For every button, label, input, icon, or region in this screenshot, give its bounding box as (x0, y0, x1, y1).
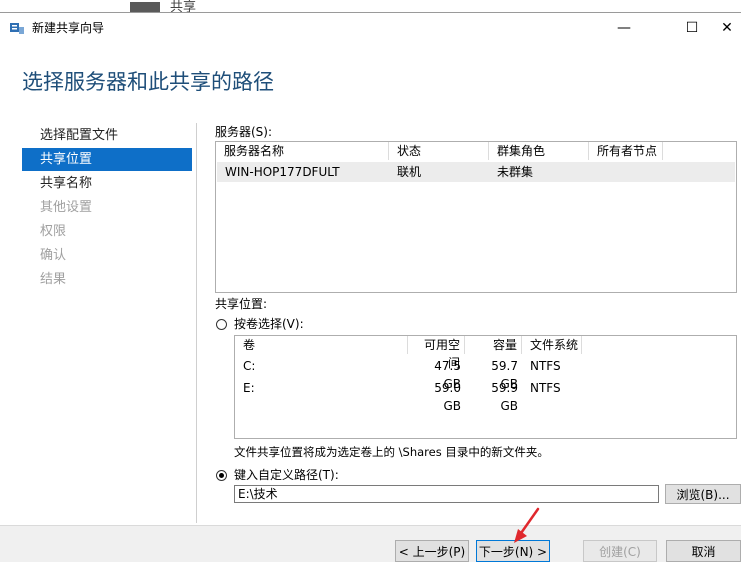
capacity-cell: 59.7 GB (491, 359, 518, 391)
column-header-status[interactable]: 状态 (389, 142, 489, 160)
title-bar: 新建共享向导 — ☐ ✕ (0, 13, 741, 43)
by-volume-label[interactable]: 按卷选择(V): (234, 315, 304, 332)
volume-cell: C: (243, 359, 256, 373)
annotation-arrow-icon (514, 507, 540, 543)
nav-item-other-settings: 其他设置 (40, 200, 93, 215)
servers-list[interactable]: 服务器名称 状态 群集角色 所有者节点 WIN-HOP177DFULT 联机 未… (215, 141, 737, 293)
minimize-button[interactable]: — (601, 13, 647, 43)
custom-path-label[interactable]: 键入自定义路径(T): (234, 466, 339, 483)
page-heading: 选择服务器和此共享的路径 (22, 70, 274, 94)
column-header-owner-node[interactable]: 所有者节点 (589, 142, 663, 160)
maximize-button[interactable]: ☐ (669, 13, 715, 43)
by-volume-radio[interactable] (216, 319, 227, 330)
column-header-free-space[interactable]: 可用空间 (408, 336, 465, 370)
column-header-capacity[interactable]: 容量 (465, 336, 522, 354)
table-row[interactable]: WIN-HOP177DFULT 联机 未群集 (217, 162, 735, 182)
free-space-cell: 59.0 GB (434, 381, 461, 413)
file-system-cell: NTFS (530, 359, 561, 373)
capacity-cell: 59.9 GB (491, 381, 518, 413)
create-button: 创建(C) (583, 540, 657, 562)
background-window-icon (130, 2, 160, 12)
free-space-cell: 47.5 GB (434, 359, 461, 391)
cancel-button[interactable]: 取消 (666, 540, 741, 562)
previous-button[interactable]: < 上一步(P) (395, 540, 469, 562)
window-title: 新建共享向导 (32, 21, 105, 35)
nav-item-share-location[interactable]: 共享位置 (22, 148, 192, 171)
nav-item-select-profile[interactable]: 选择配置文件 (22, 124, 192, 147)
server-name-cell: WIN-HOP177DFULT (225, 165, 340, 179)
custom-path-input[interactable]: E:\技术 (234, 485, 659, 503)
share-location-label: 共享位置: (215, 297, 268, 311)
background-window-strip: 共享 (0, 0, 741, 15)
column-header-volume[interactable]: 卷 (235, 336, 408, 354)
file-system-cell: NTFS (530, 381, 561, 395)
nav-item-permissions: 权限 (40, 224, 67, 239)
table-row[interactable]: C: 47.5 GB 59.7 GB NTFS (235, 357, 736, 391)
column-header-file-system[interactable]: 文件系统 (522, 336, 582, 354)
custom-path-radio[interactable] (216, 470, 227, 481)
servers-label: 服务器(S): (215, 125, 273, 139)
button-bar: < 上一步(P) 下一步(N) > 创建(C) 取消 (0, 525, 741, 562)
volume-note: 文件共享位置将成为选定卷上的 \Shares 目录中的新文件夹。 (234, 445, 549, 459)
share-wizard-icon (10, 23, 24, 34)
nav-item-confirm: 确认 (40, 248, 67, 263)
server-cluster-role-cell: 未群集 (497, 165, 534, 179)
nav-item-results: 结果 (40, 272, 67, 287)
server-owner-node-cell (589, 163, 689, 181)
volumes-list[interactable]: 卷 可用空间 容量 文件系统 C: 47.5 GB 59.7 GB NTFS E… (234, 335, 737, 439)
nav-divider (196, 123, 197, 523)
browse-button[interactable]: 浏览(B)... (665, 484, 741, 504)
table-row[interactable]: E: 59.0 GB 59.9 GB NTFS (235, 379, 736, 413)
volume-cell: E: (243, 381, 255, 395)
column-header-cluster-role[interactable]: 群集角色 (489, 142, 589, 160)
server-status-cell: 联机 (397, 165, 422, 179)
close-button[interactable]: ✕ (713, 13, 741, 43)
column-header-server-name[interactable]: 服务器名称 (216, 142, 389, 160)
new-share-wizard-dialog: 新建共享向导 — ☐ ✕ 选择服务器和此共享的路径 选择配置文件 共享位置 共享… (0, 12, 741, 562)
nav-item-share-name[interactable]: 共享名称 (22, 172, 192, 195)
